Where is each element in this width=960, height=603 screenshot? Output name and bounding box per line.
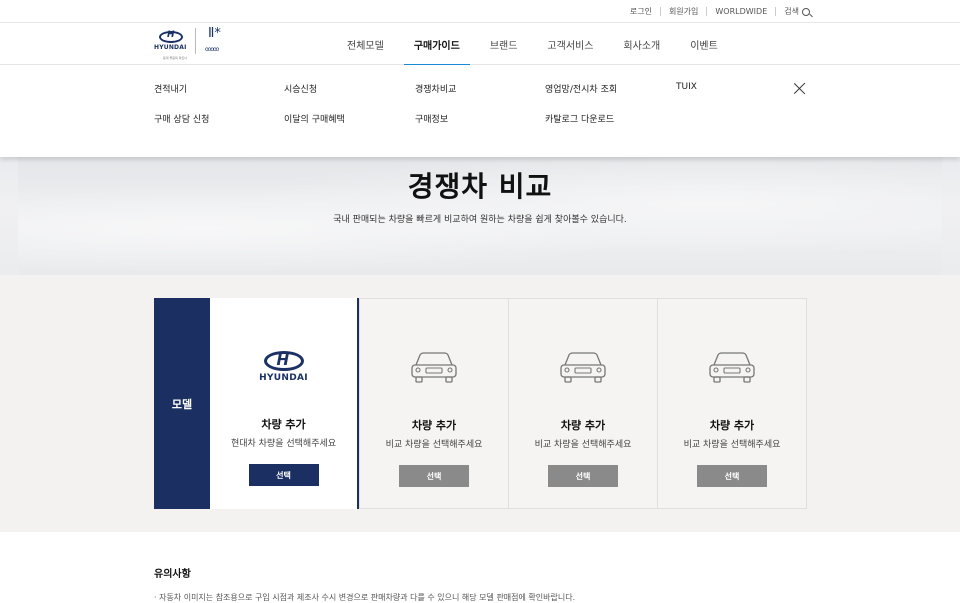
notes-text: · 자동차 이미지는 참조용으로 구입 시점과 제조사 수시 변경으로 판매차량… (154, 593, 576, 602)
car-front-icon (560, 352, 606, 383)
worldwide-link[interactable]: WORLDWIDE (715, 7, 767, 16)
signup-link[interactable]: 회원가입 (669, 6, 698, 17)
olympic-emblem-icon: Ⅱ* (208, 26, 221, 41)
logo-divider (195, 28, 196, 54)
divider (659, 7, 661, 16)
olympic-rings-icon: ooooo (205, 46, 219, 53)
card-title: 차량 추가 (709, 419, 755, 432)
hyundai-emblem-icon (159, 30, 183, 43)
car-front-icon (709, 352, 755, 383)
search-label: 검색 (784, 7, 799, 16)
nav-event[interactable]: 이벤트 (680, 23, 728, 65)
page-subtitle: 국내 판매되는 차량을 빠르게 비교하여 원하는 차량을 쉽게 찾아볼수 있습니… (333, 215, 627, 225)
hyundai-wordmark: HYUNDAI (259, 373, 308, 383)
main-header: HYUNDAI Ⅱ* ooooo 동계 올림픽 파트너 전체모델 구매가이드 브… (0, 23, 960, 66)
card-description: 비교 차량을 선택해주세요 (534, 440, 632, 450)
main-navigation: 전체모델 구매가이드 브랜드 고객서비스 회사소개 이벤트 (337, 23, 738, 66)
submenu-test-drive[interactable]: 시승신청 (284, 82, 317, 95)
utility-bar: 로그인 회원가입 WORLDWIDE 검색 (0, 0, 960, 23)
search-icon (802, 7, 810, 16)
submenu-competitor-compare[interactable]: 경쟁차비교 (415, 82, 456, 95)
page-title: 경쟁차 비교 (407, 170, 553, 203)
olympic-partner-logo: Ⅱ* ooooo (200, 26, 230, 56)
nav-customer-service[interactable]: 고객서비스 (537, 23, 603, 65)
divider (706, 7, 708, 16)
search-button[interactable]: 검색 (784, 6, 810, 17)
compare-card-slot-3: 차량 추가 비교 차량을 선택해주세요 선택 (657, 298, 807, 509)
card-title: 차량 추가 (560, 419, 606, 432)
hyundai-wordmark: HYUNDAI (154, 44, 187, 51)
submenu-estimate[interactable]: 견적내기 (154, 82, 187, 95)
card-description: 비교 차량을 선택해주세요 (385, 440, 483, 450)
utility-links: 로그인 회원가입 WORLDWIDE 검색 (630, 6, 810, 17)
card-title: 차량 추가 (261, 418, 306, 431)
card-title: 차량 추가 (411, 419, 457, 432)
model-label: 모델 (171, 397, 193, 411)
submenu-consult[interactable]: 구매 상담 신청 (154, 112, 209, 125)
submenu-purchase-info[interactable]: 구매정보 (415, 112, 448, 125)
submenu-catalog-download[interactable]: 카탈로그 다운로드 (545, 112, 614, 125)
select-compare-button-3[interactable]: 선택 (697, 465, 767, 487)
card-description: 비교 차량을 선택해주세요 (683, 440, 781, 450)
nav-brand[interactable]: 브랜드 (480, 23, 528, 65)
compare-card-slot-1: 차량 추가 비교 차량을 선택해주세요 선택 (359, 298, 509, 509)
partner-tagline: 동계 올림픽 파트너 (163, 56, 187, 60)
hyundai-logo[interactable]: HYUNDAI (154, 30, 190, 55)
notes-heading: 유의사항 (154, 569, 191, 580)
model-label-column: 모델 (154, 298, 210, 509)
submenu-tuix[interactable]: TUIX (676, 82, 697, 92)
hero-banner: 경쟁차 비교 국내 판매되는 차량을 빠르게 비교하여 원하는 차량을 쉽게 찾… (0, 157, 960, 275)
select-compare-button-1[interactable]: 선택 (399, 465, 469, 487)
compare-card-hyundai: HYUNDAI 차량 추가 현대차 차량을 선택해주세요 선택 (210, 298, 359, 509)
login-link[interactable]: 로그인 (630, 6, 652, 17)
car-front-icon (411, 352, 457, 383)
hyundai-logo-large: HYUNDAI (258, 351, 310, 383)
submenu-monthly-benefits[interactable]: 이달의 구매혜택 (284, 112, 345, 125)
select-hyundai-button[interactable]: 선택 (248, 464, 319, 486)
nav-company[interactable]: 회사소개 (613, 23, 670, 65)
nav-all-models[interactable]: 전체모델 (337, 23, 394, 65)
hyundai-emblem-icon (263, 351, 304, 371)
purchase-guide-submenu: 견적내기 시승신청 경쟁차비교 영업망/전시차 조회 TUIX 구매 상담 신청… (0, 65, 960, 157)
submenu-dealer-search[interactable]: 영업망/전시차 조회 (545, 82, 617, 95)
select-compare-button-2[interactable]: 선택 (548, 465, 618, 487)
divider (775, 7, 777, 16)
close-icon[interactable] (793, 82, 806, 95)
nav-purchase-guide[interactable]: 구매가이드 (403, 23, 470, 66)
compare-card-slot-2: 차량 추가 비교 차량을 선택해주세요 선택 (508, 298, 658, 509)
card-description: 현대차 차량을 선택해주세요 (230, 439, 337, 449)
